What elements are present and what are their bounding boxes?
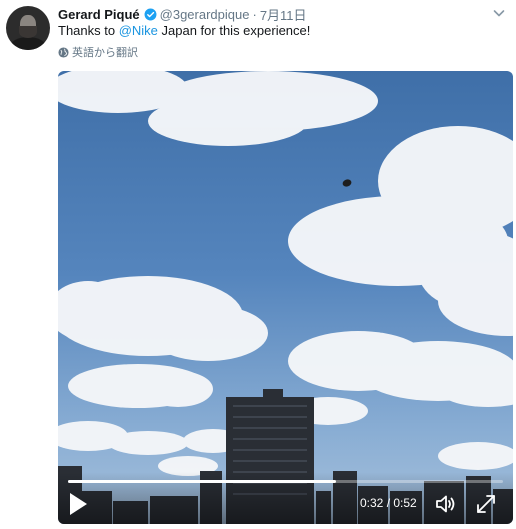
video-frame: [58, 71, 513, 524]
volume-icon[interactable]: [434, 492, 458, 516]
tweet-text: Thanks to @Nike Japan for this experienc…: [58, 23, 310, 39]
chevron-down-icon[interactable]: [492, 6, 506, 20]
video-controls: 0:32 / 0:52: [58, 472, 513, 524]
video-player[interactable]: 0:32 / 0:52: [58, 71, 513, 524]
video-current-time: 0:32: [360, 496, 384, 510]
video-time: 0:32 / 0:52: [360, 496, 417, 510]
verified-badge-icon: [144, 8, 157, 20]
play-icon[interactable]: [66, 491, 90, 517]
avatar[interactable]: [6, 6, 50, 50]
globe-icon: [58, 46, 69, 58]
translate-label: 英語から翻訳: [72, 47, 138, 59]
tweet: Gerard Piqué @3gerardpique · 7月11日 Thank…: [0, 0, 516, 529]
tweet-date[interactable]: 7月11日: [260, 5, 307, 24]
separator-dot: ·: [252, 6, 257, 22]
mention-link[interactable]: @Nike: [119, 23, 158, 38]
translate-link[interactable]: 英語から翻訳: [58, 45, 138, 59]
tweet-text-before: Thanks to: [58, 23, 119, 38]
video-time-separator: /: [383, 496, 394, 510]
video-progress-bar[interactable]: [68, 480, 503, 483]
video-duration: 0:52: [393, 496, 417, 510]
fullscreen-icon[interactable]: [474, 492, 498, 516]
user-handle[interactable]: @3gerardpique: [160, 7, 250, 22]
tweet-header: Gerard Piqué @3gerardpique · 7月11日: [58, 5, 307, 23]
tweet-text-after: Japan for this experience!: [157, 23, 311, 38]
user-fullname[interactable]: Gerard Piqué: [58, 7, 140, 22]
video-progress-fill: [68, 480, 336, 483]
